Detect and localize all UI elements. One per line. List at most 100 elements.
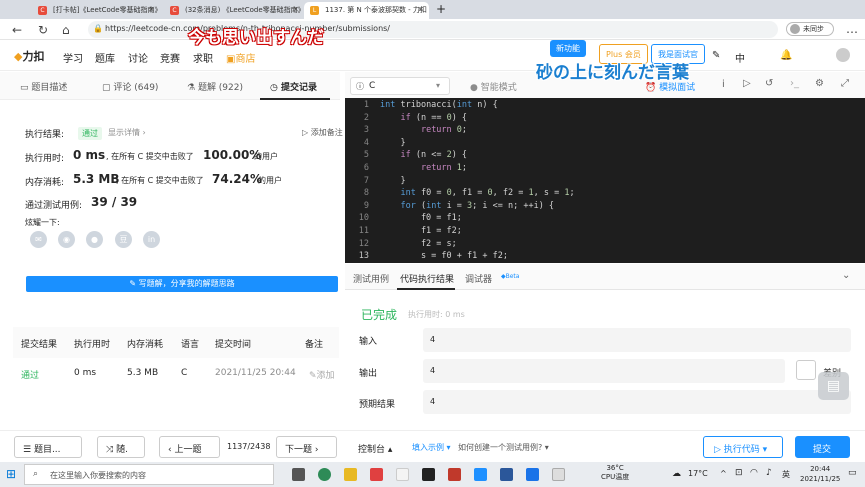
windows-start-icon[interactable]: ⊞ bbox=[6, 467, 16, 481]
app-icon[interactable] bbox=[448, 468, 461, 481]
time-text: , 在所有 C 提交中击败了 bbox=[106, 152, 194, 161]
close-tab-icon[interactable]: ✕ bbox=[417, 5, 424, 14]
user-avatar[interactable] bbox=[836, 48, 850, 62]
info-icon[interactable]: i bbox=[722, 79, 725, 90]
tab-testcase[interactable]: 测试用例 bbox=[353, 272, 389, 285]
notes-float-icon[interactable]: ▤ bbox=[818, 372, 849, 400]
douban-icon[interactable]: 豆 bbox=[115, 231, 132, 248]
submit-button[interactable]: 提交 bbox=[795, 436, 850, 458]
taskbar-search[interactable]: ⌕ 在这里输入你要搜索的内容 bbox=[24, 464, 274, 485]
network-icon[interactable]: ⊡ bbox=[735, 468, 743, 478]
active-tab-indicator bbox=[260, 98, 330, 100]
refresh-icon[interactable]: ↻ bbox=[38, 23, 48, 37]
how-create-test-link[interactable]: 如何创建一个测试用例? ▾ bbox=[458, 442, 549, 453]
input-label: 输入 bbox=[359, 337, 378, 347]
linkedin-icon[interactable]: in bbox=[143, 231, 160, 248]
nav-learn[interactable]: 学习 bbox=[63, 50, 83, 65]
column-header: 提交结果 bbox=[21, 340, 58, 350]
language-select[interactable]: ⓘ C ▾ bbox=[350, 77, 450, 95]
volume-icon[interactable]: ♪ bbox=[766, 468, 772, 478]
weather-icon[interactable]: ☁ bbox=[672, 469, 681, 479]
tab-submissions[interactable]: ◷ 提交记录 bbox=[270, 80, 317, 93]
fill-example-button[interactable]: 填入示例 ▾ bbox=[412, 442, 451, 453]
add-note-button[interactable]: ▷ 添加备注 bbox=[302, 127, 343, 138]
close-tab-icon[interactable]: ✕ bbox=[148, 5, 155, 14]
prev-problem-button[interactable]: ‹ 上一题 bbox=[159, 436, 220, 458]
tab-solutions[interactable]: ⚗ 题解 (922) bbox=[187, 80, 243, 93]
reset-icon[interactable]: ↺ bbox=[765, 78, 773, 89]
row-result[interactable]: 通过 bbox=[21, 368, 39, 381]
weibo-icon[interactable]: ◉ bbox=[58, 231, 75, 248]
more-icon[interactable]: … bbox=[846, 22, 858, 36]
shuffle-icon: ⤨ bbox=[106, 445, 117, 455]
app-icon[interactable] bbox=[396, 468, 409, 481]
run-status: 已完成 bbox=[361, 308, 398, 322]
profile-button[interactable]: 未同步 bbox=[786, 22, 834, 36]
tab-description[interactable]: ▭ 题目描述 bbox=[20, 80, 67, 93]
home-icon[interactable]: ⌂ bbox=[62, 23, 70, 37]
nav-store[interactable]: ▣商店 bbox=[226, 50, 255, 65]
app-icon[interactable] bbox=[422, 468, 435, 481]
code-line: return 0; bbox=[420, 125, 468, 136]
show-details-link[interactable]: 显示详情 › bbox=[108, 127, 146, 138]
new-feature-badge[interactable]: 新功能 bbox=[550, 40, 586, 57]
chevron-right-icon: › bbox=[312, 445, 319, 455]
row-note-button[interactable]: ✎添加 bbox=[309, 368, 335, 381]
submissions-table: 提交结果 执行用时 内存消耗 语言 提交时间 备注 通过 0 ms 5.3 MB… bbox=[13, 327, 339, 387]
edge-icon[interactable] bbox=[318, 468, 331, 481]
write-solution-button[interactable]: ✎ 写题解，分享我的解题思路 bbox=[26, 276, 338, 292]
play-icon[interactable]: ▷ bbox=[743, 78, 751, 89]
nav-contest[interactable]: 竞赛 bbox=[160, 50, 180, 65]
qq-icon[interactable]: ● bbox=[86, 231, 103, 248]
console-toggle[interactable]: 控制台 ▴ bbox=[358, 442, 392, 455]
code-line: } bbox=[380, 137, 406, 148]
browser-tab[interactable]: C (32条消息) 《LeetCode零基础指南》 ✕ bbox=[164, 2, 304, 19]
nav-discuss[interactable]: 讨论 bbox=[128, 50, 148, 65]
wifi-icon[interactable]: ◠ bbox=[750, 468, 758, 478]
app-icon[interactable] bbox=[474, 468, 487, 481]
notification-icon[interactable]: ▭ bbox=[848, 468, 857, 478]
nav-jobs[interactable]: 求职 bbox=[193, 50, 213, 65]
avatar-icon bbox=[790, 24, 800, 34]
tab-debugger[interactable]: 调试器 bbox=[465, 272, 492, 285]
random-button[interactable]: ⤨ 随. bbox=[97, 436, 145, 458]
tab-run-result[interactable]: 代码执行结果 bbox=[400, 272, 454, 285]
task-view-icon[interactable] bbox=[292, 468, 305, 481]
weather-temp[interactable]: 17°C bbox=[688, 469, 708, 478]
code-line: int tribonacci(int n) { bbox=[380, 100, 498, 110]
folder-icon[interactable] bbox=[344, 468, 357, 481]
new-tab-icon[interactable]: + bbox=[436, 2, 446, 16]
collapse-icon[interactable]: ⌄ bbox=[842, 270, 850, 281]
column-header: 备注 bbox=[305, 340, 324, 350]
browser-tab[interactable]: C [打卡帖]《LeetCode零基础指南》 ✕ bbox=[32, 2, 160, 19]
app-icon[interactable] bbox=[370, 468, 383, 481]
tray-up-icon[interactable]: ^ bbox=[720, 469, 727, 478]
problem-list-button[interactable]: ☰ 题目... bbox=[14, 436, 82, 458]
settings-icon[interactable]: ⚙ bbox=[815, 78, 824, 89]
cpu-temp-widget[interactable]: 36°C CPU温度 bbox=[601, 464, 629, 482]
bell-icon[interactable]: 🔔 bbox=[780, 50, 792, 61]
word-icon[interactable] bbox=[500, 468, 513, 481]
clock[interactable]: 20:44 2021/11/25 bbox=[800, 464, 840, 484]
back-icon[interactable]: ← bbox=[12, 23, 22, 37]
browser-tab-active[interactable]: L 1137. 第 N 个泰波那契数 - 力扣 ✕ bbox=[304, 2, 429, 19]
code-editor[interactable]: 1 int tribonacci(int n) {2 if (n == 0) {3… bbox=[345, 98, 865, 263]
wechat-icon[interactable]: ✉ bbox=[30, 231, 47, 248]
terminal-icon[interactable]: ›_ bbox=[790, 78, 799, 89]
tab-comments[interactable]: ▢ 评论 (649) bbox=[102, 80, 158, 93]
diff-checkbox[interactable] bbox=[796, 360, 816, 380]
language-toggle[interactable]: 中 bbox=[735, 50, 745, 65]
close-tab-icon[interactable]: ✕ bbox=[292, 5, 299, 14]
smart-mode-toggle[interactable]: ● 智能模式 bbox=[470, 80, 517, 93]
run-code-button[interactable]: ▷ 执行代码 ▾ bbox=[703, 436, 783, 458]
notebook-icon[interactable]: ✎ bbox=[712, 50, 720, 61]
next-problem-button[interactable]: 下一题 › bbox=[276, 436, 337, 458]
fullscreen-icon[interactable]: ⤢ bbox=[841, 78, 849, 89]
mail-icon[interactable] bbox=[526, 468, 539, 481]
chevron-down-icon: ▾ bbox=[444, 443, 451, 452]
ime-indicator[interactable]: 英 bbox=[782, 469, 790, 480]
chevron-down-icon: ▾ bbox=[542, 443, 549, 452]
app-icon[interactable] bbox=[552, 468, 565, 481]
leetcode-logo[interactable]: ◆力扣 bbox=[14, 48, 44, 64]
nav-problems[interactable]: 题库 bbox=[95, 50, 115, 65]
